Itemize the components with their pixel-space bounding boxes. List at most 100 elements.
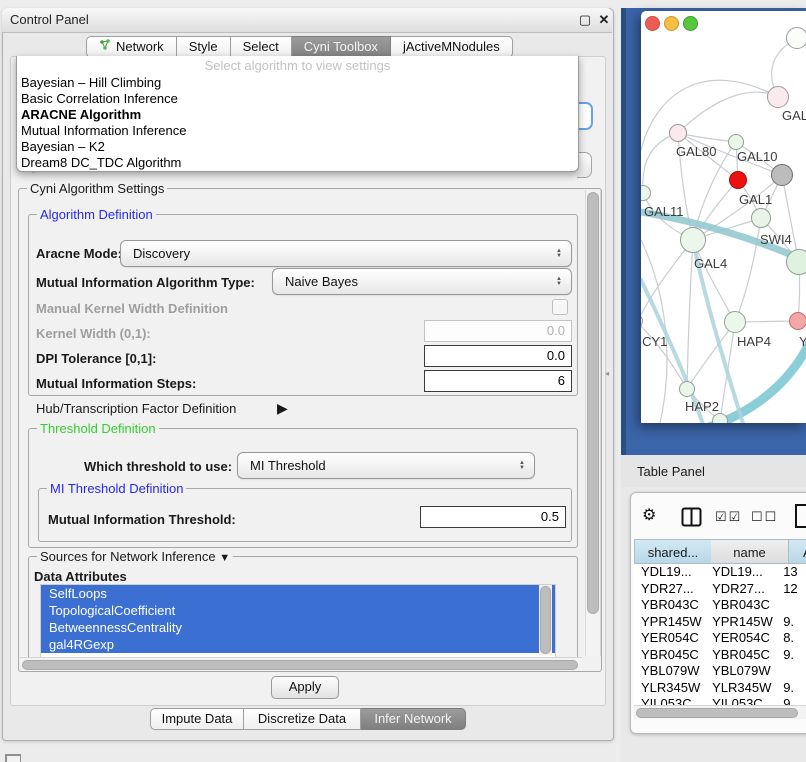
obscured-combo: [577, 152, 592, 178]
tab-infer-network[interactable]: Infer Network: [361, 708, 466, 730]
mi-threshold-field[interactable]: 0.5: [420, 506, 566, 528]
node-label: GAL: [782, 108, 806, 123]
column-header-partial[interactable]: A: [788, 539, 806, 564]
mi-steps-field[interactable]: 6: [424, 370, 572, 392]
table-window: ⚙ ☑☑ ☐☐ shared... name A YDL19...YDL19..…: [630, 492, 806, 734]
node-gal-partial[interactable]: [767, 86, 789, 108]
node-label: GCY1: [641, 334, 667, 349]
table-row[interactable]: YDL19...YDL19...13: [634, 564, 806, 581]
node-gal1[interactable]: [751, 208, 771, 228]
hub-section-label: Hub/Transcription Factor Definition: [36, 401, 236, 416]
table-row[interactable]: YBR043CYBR043C: [634, 597, 806, 614]
tab-style[interactable]: Style: [177, 36, 231, 58]
table-horizontal-scrollbar[interactable]: [634, 705, 806, 719]
tab-cyni-toolbox[interactable]: Cyni Toolbox: [292, 36, 391, 58]
kernel-width-field[interactable]: 0.0: [424, 320, 572, 342]
settings-vertical-scrollbar[interactable]: [585, 190, 601, 656]
hub-expand-arrow-icon[interactable]: ▶: [277, 400, 288, 417]
mi-threshold-label: Mutual Information Threshold:: [48, 512, 236, 527]
dpi-tolerance-label: DPI Tolerance [0,1]:: [36, 351, 156, 366]
close-panel-icon[interactable]: ✕: [596, 12, 612, 28]
which-threshold-combo[interactable]: MI Threshold ▲▼: [237, 452, 535, 479]
desktop: { "control_panel": { "title": "Control P…: [0, 0, 806, 762]
attributes-scrollbar[interactable]: [539, 585, 552, 655]
column-header-shared[interactable]: shared...: [634, 539, 711, 564]
mi-type-combo[interactable]: Naive Bayes ▲▼: [272, 268, 572, 295]
node-gal4[interactable]: [680, 227, 706, 253]
node-label: Y: [799, 334, 806, 349]
dpi-tolerance-field[interactable]: 0.0: [424, 345, 572, 367]
node-unlabeled-gray[interactable]: [771, 164, 793, 186]
dropdown-item-mutual-info[interactable]: Mutual Information Inference: [19, 123, 577, 139]
table-function-icon[interactable]: [794, 503, 806, 532]
table-row[interactable]: YIL053CYIL053C9.: [634, 696, 806, 705]
select-all-icon[interactable]: ☑☑: [715, 509, 742, 525]
dropdown-item-basic-correlation[interactable]: Basic Correlation Inference: [19, 91, 577, 107]
node-unlabeled-bottom[interactable]: [712, 413, 728, 423]
dropdown-item-aracne[interactable]: ARACNE Algorithm: [19, 107, 577, 123]
tab-discretize-data[interactable]: Discretize Data: [244, 708, 361, 730]
settings-horizontal-scrollbar[interactable]: [20, 657, 582, 671]
node-gal80[interactable]: [669, 124, 687, 142]
dropdown-item-bayesian-k2[interactable]: Bayesian – K2: [19, 139, 577, 155]
table-row[interactable]: YLR345WYLR345W9.: [634, 680, 806, 697]
node-gal10[interactable]: [728, 134, 744, 150]
aracne-mode-combo[interactable]: Discovery ▲▼: [120, 240, 572, 267]
table-row[interactable]: YBL079WYBL079W: [634, 663, 806, 680]
control-panel-titlebar[interactable]: [2, 8, 612, 33]
attribute-item-betweenness[interactable]: BetweennessCentrality: [41, 619, 555, 636]
table-row[interactable]: YPR145WYPR145W9.: [634, 614, 806, 631]
node-hap2[interactable]: [679, 381, 695, 397]
control-panel-title: Control Panel: [10, 12, 89, 27]
manual-kernel-checkbox[interactable]: [552, 299, 568, 315]
dropdown-item-dream8[interactable]: Dream8 DC_TDC Algorithm: [19, 155, 577, 171]
table-row[interactable]: YER054CYER054C8.: [634, 630, 806, 647]
tab-impute-data[interactable]: Impute Data: [150, 708, 244, 730]
deselect-all-icon[interactable]: ☐☐: [751, 509, 778, 525]
mi-steps-label: Mutual Information Steps:: [36, 376, 196, 391]
node-y-partial[interactable]: [789, 312, 806, 330]
column-header-name[interactable]: name: [711, 539, 788, 564]
mi-type-label: Mutual Information Algorithm Type:: [36, 275, 255, 290]
tab-network-label: Network: [116, 37, 164, 57]
table-row[interactable]: YBR045CYBR045C9.: [634, 647, 806, 664]
gear-icon[interactable]: ⚙: [642, 506, 656, 526]
dropdown-item-bayesian-hill[interactable]: Bayesian – Hill Climbing: [19, 75, 577, 91]
table-header-row: shared... name A: [634, 539, 806, 564]
data-attributes-list: SelfLoops TopologicalCoefficient Between…: [40, 584, 556, 659]
node-label: GAL80: [676, 144, 716, 159]
which-threshold-label: Which threshold to use:: [84, 459, 232, 474]
kernel-width-label: Kernel Width (0,1):: [36, 326, 151, 341]
table-panel-title: Table Panel: [637, 464, 705, 479]
tab-select[interactable]: Select: [231, 36, 292, 58]
network-window[interactable]: GAL GAL80 GAL10 GAL1 GAL11 SWI4 GAL4 GCY…: [641, 11, 806, 423]
attribute-item-gal4rgexp[interactable]: gal4RGexp: [41, 636, 555, 653]
node-label: HAP2: [685, 399, 719, 414]
node-selected-red[interactable]: [729, 171, 747, 189]
node-label: GAL4: [694, 256, 727, 271]
node-unlabeled-top[interactable]: [786, 27, 806, 49]
apply-button[interactable]: Apply: [271, 676, 339, 699]
settings-group-title: Cyni Algorithm Settings: [27, 181, 167, 196]
aracne-mode-label: Aracne Mode:: [36, 246, 122, 261]
float-panel-icon[interactable]: ▢: [577, 12, 593, 28]
combo-arrows-icon: ▲▼: [514, 461, 530, 471]
sources-collapse-arrow-icon[interactable]: ▼: [219, 552, 230, 564]
table-row[interactable]: YDR27...YDR27...12: [634, 581, 806, 598]
mi-threshold-group-title: MI Threshold Definition: [47, 481, 186, 496]
corner-panel-icon[interactable]: [5, 754, 21, 762]
tab-network[interactable]: Network: [86, 36, 177, 58]
node-hap4[interactable]: [724, 311, 746, 333]
algorithm-dropdown-hint: Select algorithm to view settings: [17, 58, 578, 73]
cyni-bottom-tabbar: Impute Data Discretize Data Infer Networ…: [150, 708, 466, 730]
attribute-item-topological[interactable]: TopologicalCoefficient: [41, 602, 555, 619]
algorithm-definition-title: Algorithm Definition: [37, 207, 156, 222]
node-swi4[interactable]: [786, 249, 806, 275]
node-label: GAL11: [644, 204, 684, 219]
obscured-combo-focus-ring: [577, 102, 593, 130]
columns-icon[interactable]: [681, 507, 702, 530]
panel-divider-handle[interactable]: ◂: [605, 369, 609, 378]
node-label: HAP4: [737, 334, 771, 349]
attribute-item-selfloops[interactable]: SelfLoops: [41, 585, 555, 602]
tab-jactivemnodules[interactable]: jActiveMNodules: [391, 36, 513, 58]
